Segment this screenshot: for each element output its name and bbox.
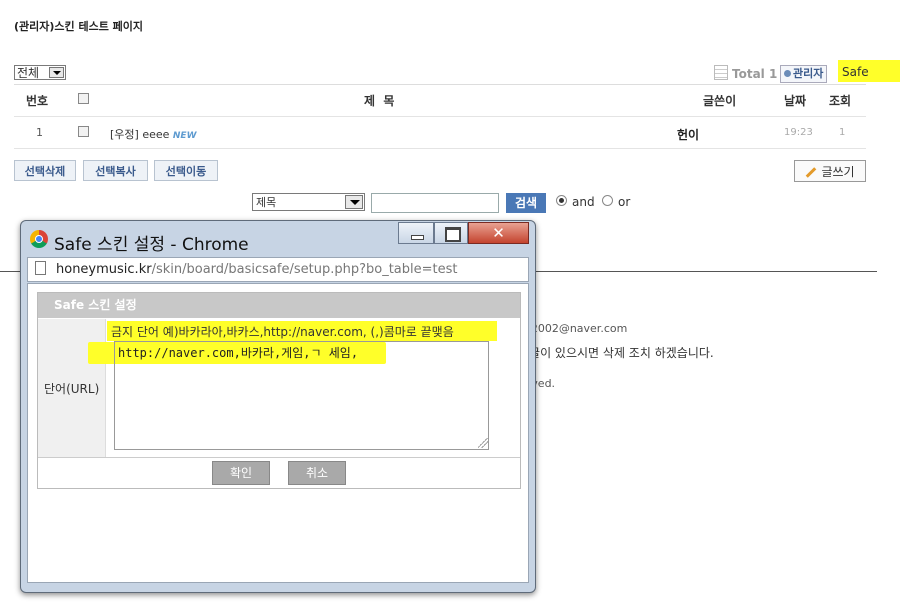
row-divider [14,116,866,117]
select-all-checkbox[interactable] [78,93,89,104]
category-select[interactable]: 전체 [14,65,66,80]
maximize-button[interactable] [434,222,468,244]
minimize-icon [411,235,424,240]
row-checkbox[interactable] [78,126,89,137]
close-button[interactable]: ✕ [468,222,529,244]
chrome-icon [30,230,48,248]
total-number: 1 [768,67,778,81]
or-radio[interactable] [602,195,613,206]
url-path: /skin/board/basicsafe/setup.php?bo_table… [151,262,458,277]
row-hits: 1 [839,127,846,138]
form-title: Safe 스킨 설정 [38,293,520,318]
search-field-select[interactable]: 제목 [252,193,365,211]
pin-icon [784,70,791,77]
column-no: 번호 [26,94,49,108]
page-icon [35,261,46,275]
copy-selected-button[interactable]: 선택복사 [83,160,148,181]
chevron-down-icon [49,67,64,78]
words-textarea-value: http://naver.com,바카라,게임,ㄱ 세임, [118,346,359,360]
field-label: 단어(URL) [44,382,100,396]
chevron-down-icon [345,195,363,209]
close-icon: ✕ [492,224,505,242]
search-button[interactable]: 검색 [506,193,546,213]
admin-label: 관리자 [793,67,824,80]
popup-title: Safe 스킨 설정 - Chrome [54,235,249,255]
row-subject-link[interactable]: [우정] eeee NEW [110,126,197,142]
form-divider [38,457,520,458]
confirm-button[interactable]: 확인 [212,461,270,485]
row-date: 19:23 [784,127,813,138]
header-divider [14,84,866,85]
write-button[interactable]: 글쓰기 [794,160,866,182]
search-input[interactable] [371,193,499,213]
footer-email: ty2002@naver.com [520,322,628,335]
footer-notice: 시글이 있으시면 삭제 조치 하겠습니다. [518,346,714,360]
column-subject: 제 목 [364,94,395,108]
row-writer[interactable]: 헌이 [677,126,699,143]
delete-selected-button[interactable]: 선택삭제 [14,160,76,181]
and-radio[interactable] [556,195,567,206]
maximize-icon [445,227,461,242]
row-no: 1 [36,126,43,139]
search-field-value: 제목 [256,196,277,209]
column-writer: 글쓴이 [703,94,737,108]
row-divider [14,148,866,149]
write-label: 글쓰기 [821,165,855,179]
category-select-value: 전체 [17,66,40,80]
address-url[interactable]: honeymusic.kr/skin/board/basicsafe/setup… [56,262,457,277]
or-label: or [618,195,631,209]
cancel-button[interactable]: 취소 [288,461,346,485]
url-domain: honeymusic.kr [56,262,152,277]
column-date: 날짜 [784,94,807,108]
resize-grip-icon[interactable] [478,438,488,448]
minimize-button[interactable] [398,222,434,244]
page-title: (관리자)스킨 테스트 페이지 [14,20,144,33]
safe-link[interactable]: Safe [838,60,900,82]
document-icon [714,65,728,80]
field-hint: 금지 단어 예)바카라아,바카스,http://naver.com, (,)콤마… [111,325,454,339]
total-label: Total [732,67,765,81]
column-hits: 조회 [829,94,852,108]
new-badge: NEW [172,131,197,141]
admin-button[interactable]: 관리자 [780,65,828,83]
and-label: and [572,195,595,209]
row-subject: [우정] eeee [110,128,170,141]
move-selected-button[interactable]: 선택이동 [154,160,218,181]
total-count: Total 1 [714,65,777,81]
pencil-icon [806,167,817,178]
